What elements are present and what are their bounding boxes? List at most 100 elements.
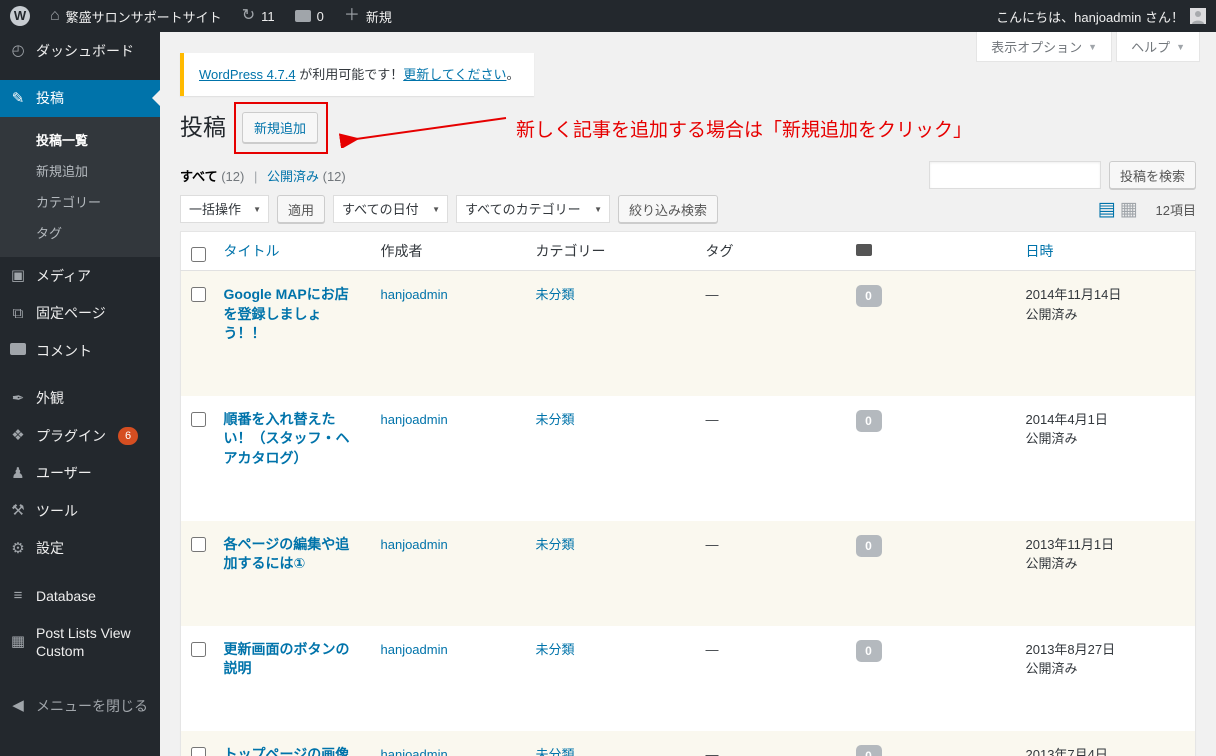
comment-count-bubble[interactable]: 0 [855, 744, 882, 756]
category-link[interactable]: 未分類 [536, 412, 575, 427]
author-link[interactable]: hanjoadmin [381, 642, 448, 657]
site-name-menu[interactable]: ⌂ 繁盛サロンサポートサイト [40, 0, 232, 32]
author-link[interactable]: hanjoadmin [381, 537, 448, 552]
column-title-sort[interactable]: タイトル [224, 243, 280, 259]
submenu-tags[interactable]: タグ [0, 217, 160, 248]
row-checkbox[interactable] [191, 536, 206, 552]
select-all-checkbox[interactable] [191, 247, 206, 262]
menu-posts[interactable]: ✎ 投稿 [0, 79, 160, 117]
add-new-button[interactable]: 新規追加 [242, 112, 319, 143]
date-filter-select[interactable]: すべての日付 [333, 195, 449, 223]
menu-pages-label: 固定ページ [36, 305, 106, 322]
menu-settings-label: 設定 [36, 540, 64, 557]
submenu-add-new[interactable]: 新規追加 [0, 155, 160, 186]
comments-menu[interactable]: 0 [285, 0, 334, 32]
menu-separator [0, 567, 160, 577]
collapse-menu-button[interactable]: ◀ メニューを閉じる [0, 687, 160, 725]
update-nag-suffix: 。 [506, 67, 520, 82]
submenu-categories[interactable]: カテゴリー [0, 186, 160, 217]
menu-post-lists-view-custom[interactable]: ▦ Post Lists View Custom [0, 615, 160, 669]
menu-database[interactable]: ≡ Database [0, 577, 160, 615]
row-checkbox[interactable] [191, 411, 206, 427]
post-status: 公開済み [1025, 431, 1078, 447]
category-link[interactable]: 未分類 [536, 747, 575, 756]
menu-pages[interactable]: ⧉ 固定ページ [0, 295, 160, 333]
comment-count-bubble[interactable]: 0 [855, 639, 882, 662]
post-title-link[interactable]: トップページの画像を変更したい [224, 746, 350, 756]
updates-count: 11 [261, 8, 275, 24]
posts-submenu: 投稿一覧 新規追加 カテゴリー タグ [0, 117, 160, 257]
search-input[interactable] [928, 161, 1101, 189]
new-content-menu[interactable]: ＋ 新規 [334, 0, 402, 32]
dashboard-icon: ◴ [11, 42, 25, 59]
help-tab[interactable]: ヘルプ ▼ [1116, 32, 1200, 62]
author-link[interactable]: hanjoadmin [381, 747, 448, 756]
tags-value: — [705, 536, 719, 552]
update-nag: WordPress 4.7.4 が利用可能です！更新してください。 [180, 53, 535, 96]
my-account-menu[interactable]: こんにちは、hanjoadmin さん！ [986, 0, 1216, 32]
category-link[interactable]: 未分類 [536, 287, 575, 302]
tags-value: — [705, 287, 719, 302]
menu-tools[interactable]: ⚒ ツール [0, 492, 160, 530]
column-date-sort[interactable]: 日時 [1026, 243, 1054, 259]
greeting-text: こんにちは、hanjoadmin さん！ [996, 9, 1184, 25]
update-now-link[interactable]: 更新してください [403, 67, 506, 82]
menu-settings[interactable]: ⚙ 設定 [0, 530, 160, 568]
filter-button[interactable]: 絞り込み検索 [618, 195, 719, 223]
search-posts-button[interactable]: 投稿を検索 [1108, 161, 1196, 189]
menu-media[interactable]: ▣ メディア [0, 257, 160, 295]
menu-plugins[interactable]: ❖ プラグイン 6 [0, 417, 160, 455]
views-row: すべて (12) | 公開済み (12) 投稿を検索 [180, 161, 1196, 189]
filter-all[interactable]: すべて [180, 169, 218, 184]
author-link[interactable]: hanjoadmin [381, 287, 448, 302]
post-row: 更新画面のボタンの説明 hanjoadmin 未分類 — 0 2013年8月27… [181, 626, 1196, 731]
add-new-wrap: 新規追加 [234, 102, 329, 154]
screen-meta-links: 表示オプション ▼ ヘルプ ▼ [976, 32, 1200, 62]
post-title-link[interactable]: Google MAPにお店を登録しましょう！！ [224, 286, 349, 341]
category-link[interactable]: 未分類 [536, 642, 575, 657]
list-view-icon[interactable]: ▤ [1098, 200, 1116, 219]
apply-button[interactable]: 適用 [277, 195, 326, 223]
bulk-action-select[interactable]: 一括操作 [180, 195, 269, 223]
category-link[interactable]: 未分類 [536, 537, 575, 552]
annotation-text: 新しく記事を追加する場合は「新規追加をクリック」 [516, 120, 973, 141]
comment-count-bubble[interactable]: 0 [855, 534, 882, 557]
menu-dashboard[interactable]: ◴ ダッシュボード [0, 32, 160, 70]
comment-count-bubble[interactable]: 0 [855, 409, 882, 432]
wordpress-admin-screen: W ⌂ 繁盛サロンサポートサイト ↻ 11 0 ＋ 新規 こんにちは、hanjo… [0, 0, 1216, 756]
excerpt-view-icon[interactable]: ▦ [1120, 200, 1138, 219]
menu-users[interactable]: ♟ ユーザー [0, 455, 160, 493]
site-name: 繁盛サロンサポートサイト [65, 9, 222, 25]
post-status: 公開済み [1025, 306, 1078, 322]
menu-appearance[interactable]: ✒ 外観 [0, 380, 160, 418]
items-count: 12項目 [1155, 202, 1196, 218]
date-filter-select-wrap: すべての日付 [333, 195, 449, 223]
post-date: 2013年11月1日 [1025, 536, 1115, 552]
row-checkbox[interactable] [191, 641, 206, 657]
author-link[interactable]: hanjoadmin [381, 412, 448, 427]
tags-value: — [705, 411, 719, 427]
wordpress-version-link[interactable]: WordPress 4.7.4 [199, 67, 296, 82]
screen-options-tab[interactable]: 表示オプション ▼ [976, 32, 1113, 62]
tools-icon: ⚒ [11, 502, 25, 519]
row-checkbox[interactable] [191, 746, 206, 756]
menu-comments[interactable]: コメント [0, 332, 160, 370]
post-row: トップページの画像を変更したい hanjoadmin 未分類 — 0 2013年… [180, 730, 1196, 756]
post-title-link[interactable]: 更新画面のボタンの説明 [224, 641, 350, 677]
post-title-link[interactable]: 順番を入れ替えたい！（スタッフ・ヘアカタログ） [224, 411, 350, 466]
category-filter-select[interactable]: すべてのカテゴリー [456, 195, 611, 223]
updates-menu[interactable]: ↻ 11 [232, 0, 285, 32]
menu-users-label: ユーザー [36, 465, 92, 482]
comment-count-bubble[interactable]: 0 [855, 285, 882, 307]
post-title-link[interactable]: 各ページの編集や追加するには① [224, 536, 350, 572]
row-checkbox[interactable] [191, 287, 206, 302]
wp-logo-menu[interactable]: W [0, 0, 40, 32]
filter-published[interactable]: 公開済み [267, 169, 319, 184]
help-label: ヘルプ [1131, 40, 1171, 55]
column-author: 作成者 [370, 231, 526, 271]
comments-menu-icon [8, 341, 28, 361]
updates-icon: ↻ [241, 7, 256, 24]
submenu-all-posts[interactable]: 投稿一覧 [0, 124, 160, 155]
current-menu-arrow [144, 90, 160, 107]
post-status-filters: すべて (12) | 公開済み (12) [180, 166, 346, 185]
